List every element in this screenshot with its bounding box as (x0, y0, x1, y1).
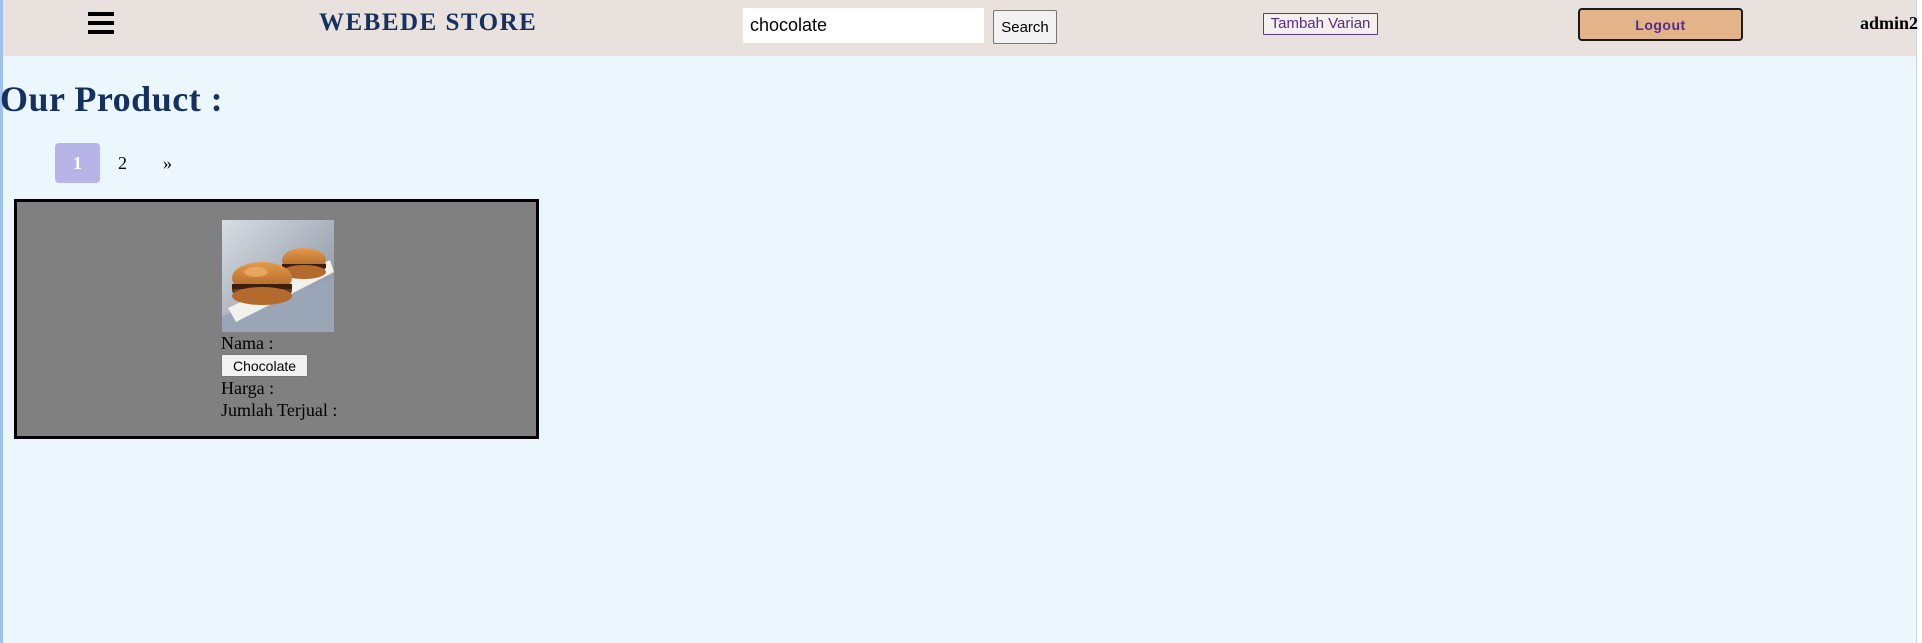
product-name-button[interactable]: Chocolate (221, 354, 309, 377)
product-price-label: Harga : (221, 378, 275, 398)
pagination-page-2[interactable]: 2 (100, 143, 145, 183)
hamburger-menu-icon[interactable] (88, 12, 114, 34)
username-label: admin2 (1860, 13, 1919, 33)
logout-button[interactable]: Logout (1578, 8, 1743, 41)
search-button[interactable]: Search (993, 10, 1057, 44)
product-name-label: Nama : (221, 333, 274, 353)
tambah-varian-button[interactable]: Tambah Varian (1263, 13, 1378, 35)
pagination: 1 2 » (55, 143, 190, 183)
pagination-page-1[interactable]: 1 (55, 143, 100, 183)
search-input[interactable] (743, 8, 984, 43)
page-title: Our Product : (0, 79, 224, 119)
dorayaki-product-image (222, 220, 334, 332)
pagination-next[interactable]: » (145, 143, 190, 183)
product-info: Nama : Chocolate Harga : Jumlah Terjual … (221, 332, 337, 421)
brand-title: WEBEDE STORE (319, 9, 538, 36)
product-card: Nama : Chocolate Harga : Jumlah Terjual … (14, 199, 539, 439)
product-sold-label: Jumlah Terjual : (221, 400, 338, 420)
top-navbar: WEBEDE STORE Search Tambah Varian Logout… (3, 0, 1919, 56)
window-scrollbar-strip (1916, 0, 1922, 643)
